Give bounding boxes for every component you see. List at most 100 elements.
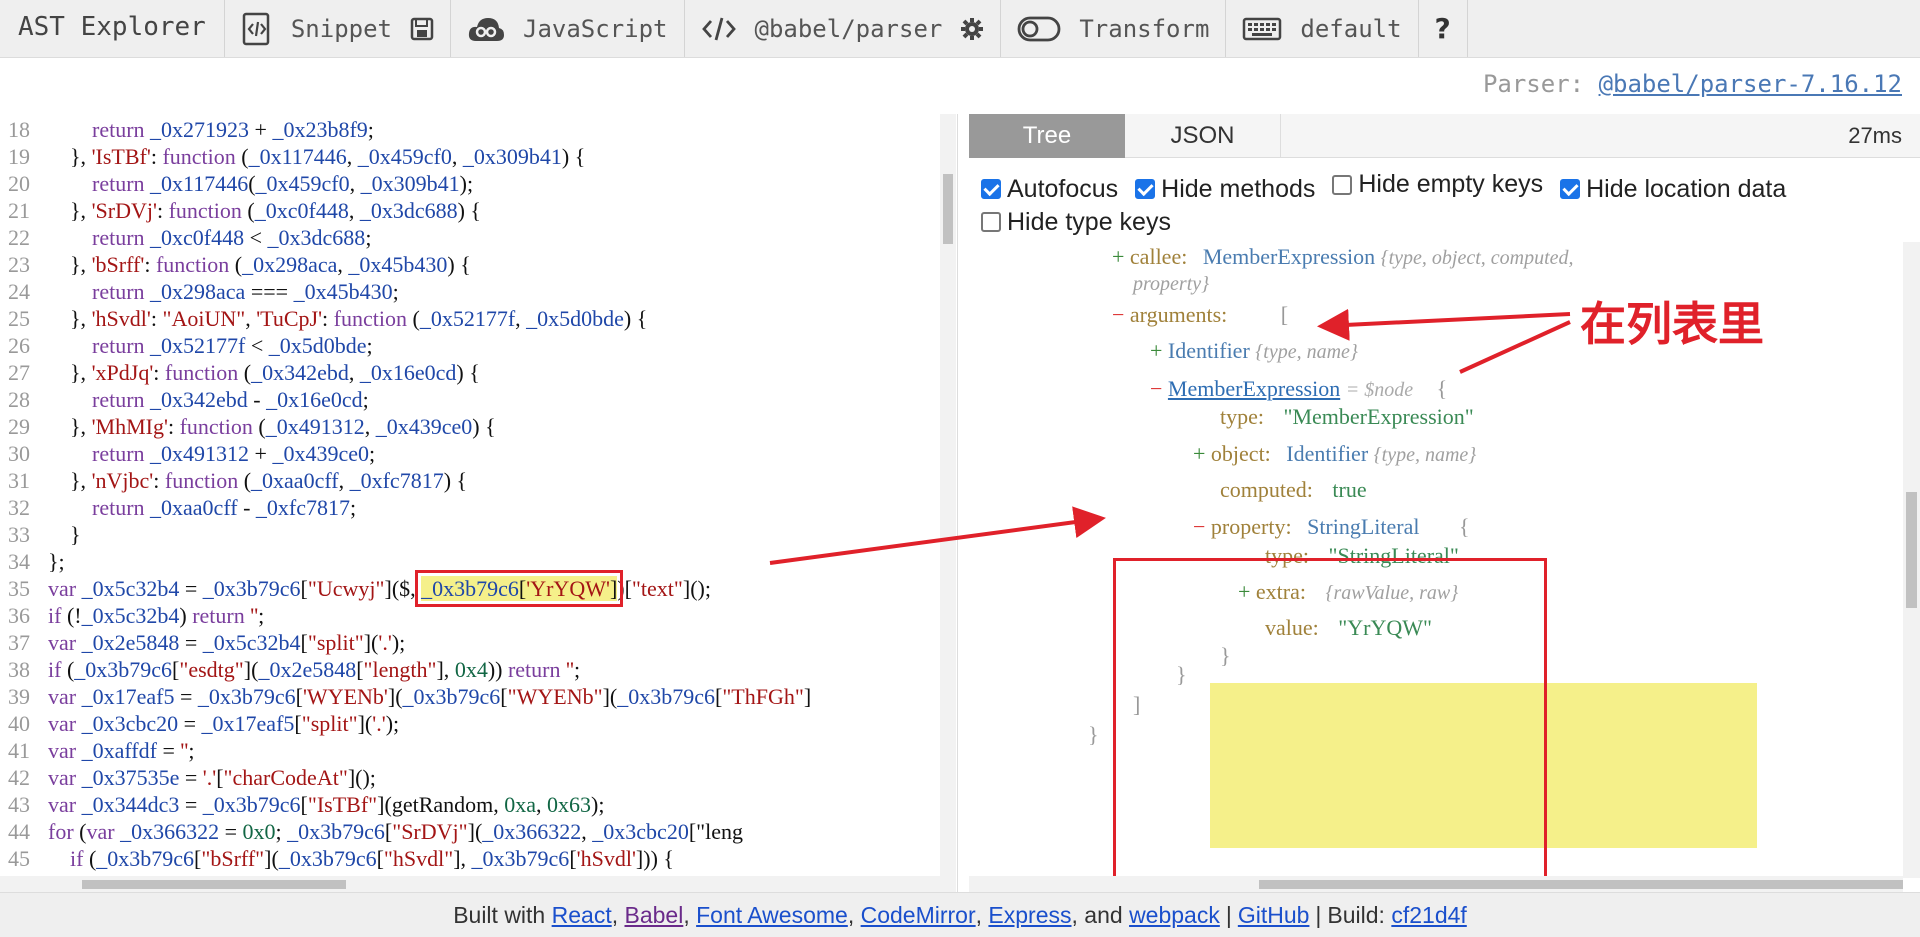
transform-toggle[interactable]: Transform (1001, 0, 1225, 57)
code-line[interactable]: 26 return _0x52177f < _0x5d0bde; (0, 332, 940, 359)
tab-tree[interactable]: Tree (969, 114, 1125, 158)
scrollbar-thumb[interactable] (82, 880, 346, 889)
keyboard-icon (1242, 15, 1282, 43)
code-line[interactable]: 40 var _0x3cbc20 = _0x17eaf5["split"]('.'… (0, 710, 940, 737)
link-express[interactable]: Express (988, 902, 1071, 929)
scrollbar-thumb[interactable] (1259, 880, 1903, 889)
code-line[interactable]: 27 }, 'xPdJq': function (_0x342ebd, _0x1… (0, 359, 940, 386)
tree-node-member-expression[interactable]: − MemberExpression = $node { (1150, 376, 1447, 402)
line-number: 23 (8, 252, 30, 277)
collapse-toggle[interactable]: − (1112, 302, 1124, 327)
tree-node-identifier[interactable]: + Identifier {type, name} (1150, 338, 1358, 364)
line-number: 34 (8, 549, 30, 574)
editor-vertical-scrollbar[interactable] (940, 114, 956, 892)
gear-icon[interactable] (960, 17, 984, 41)
expand-toggle[interactable]: + (1193, 441, 1205, 466)
parser-button[interactable]: @babel/parser (685, 0, 1001, 57)
code-line[interactable]: 36 if (!_0x5c32b4) return ''; (0, 602, 940, 629)
line-code: if (_0x3b79c6["bSrff"](_0x3b79c6["hSvdl"… (70, 846, 674, 871)
tab-json[interactable]: JSON (1125, 114, 1281, 158)
line-number: 30 (8, 441, 30, 466)
cloud-icon (467, 15, 505, 43)
code-line[interactable]: 29 }, 'MhMIg': function (_0x491312, _0x4… (0, 413, 940, 440)
code-line[interactable]: 42 var _0x37535e = '.'["charCodeAt"](); (0, 764, 940, 791)
code-line[interactable]: 44 for (var _0x366322 = 0x0; _0x3b79c6["S… (0, 818, 940, 845)
parser-info: Parser: @babel/parser-7.16.12 (1483, 70, 1902, 98)
code-line[interactable]: 20 return _0x117446(_0x459cf0, _0x309b41… (0, 170, 940, 197)
code-line[interactable]: 32 return _0xaa0cff - _0xfc7817; (0, 494, 940, 521)
option-label: Hide location data (1586, 174, 1787, 203)
line-number: 40 (8, 711, 30, 736)
hide-type-keys-checkbox[interactable] (981, 212, 1001, 232)
code-line[interactable]: 18 return _0x271923 + _0x23b8f9; (0, 116, 940, 143)
footer-text: Build: (1327, 901, 1385, 928)
code-line[interactable]: 28 return _0x342ebd - _0x16e0cd; (0, 386, 940, 413)
line-number: 39 (8, 684, 30, 709)
autofocus-checkbox[interactable] (981, 179, 1001, 199)
expand-toggle[interactable]: + (1112, 244, 1124, 269)
code-line[interactable]: 24 return _0x298aca === _0x45b430; (0, 278, 940, 305)
code-line[interactable]: 45 if (_0x3b79c6["bSrff"](_0x3b79c6["hSv… (0, 845, 940, 872)
code-line[interactable]: 37 var _0x2e5848 = _0x5c32b4["split"]('.'… (0, 629, 940, 656)
option-label: Hide methods (1161, 174, 1316, 203)
link-font-awesome[interactable]: Font Awesome (696, 902, 848, 929)
collapse-toggle[interactable]: − (1193, 514, 1205, 539)
question-icon: ? (1434, 12, 1451, 45)
code-line[interactable]: 25 }, 'hSvdl': "AoiUN", 'TuCpJ': functio… (0, 305, 940, 332)
code-line[interactable]: 43 var _0x344dc3 = _0x3b79c6["IsTBf"](get… (0, 791, 940, 818)
code-line[interactable]: 21 }, 'SrDVj': function (_0xc0f448, _0x3… (0, 197, 940, 224)
code-line[interactable]: 34}; (0, 548, 940, 575)
collapse-toggle[interactable]: − (1150, 376, 1162, 401)
hide-methods-checkbox[interactable] (1135, 179, 1156, 199)
code-line[interactable]: 33 } (0, 521, 940, 548)
code-line[interactable]: 31 }, 'nVjbc': function (_0xaa0cff, _0xf… (0, 467, 940, 494)
footer-text: and (1084, 901, 1123, 928)
tree-vertical-scrollbar[interactable] (1903, 242, 1920, 878)
link-babel[interactable]: Babel (625, 902, 684, 929)
tree-node-callee[interactable]: + callee: MemberExpression {type, object… (1112, 244, 1574, 270)
option-autofocus[interactable]: Autofocus (981, 173, 1118, 206)
tree-node-arguments[interactable]: − arguments: [ (1112, 302, 1288, 328)
node-key: computed: (1220, 477, 1313, 502)
option-hide-empty-keys[interactable]: Hide empty keys (1332, 168, 1543, 201)
option-hide-methods[interactable]: Hide methods (1135, 173, 1315, 206)
code-line[interactable]: 30 return _0x491312 + _0x439ce0; (0, 440, 940, 467)
line-code: if (_0x3b79c6["esdtg"](_0x2e5848["length… (48, 657, 581, 682)
line-code: return _0x271923 + _0x23b8f9; (92, 117, 374, 142)
expand-toggle[interactable]: + (1150, 338, 1162, 363)
code-file-icon (241, 12, 273, 46)
option-hide-type-keys[interactable]: Hide type keys (981, 206, 1171, 239)
link-webpack[interactable]: webpack (1129, 902, 1220, 929)
snippet-label: Snippet (290, 14, 392, 43)
parser-version-link[interactable]: @babel/parser-7.16.12 (1599, 70, 1902, 98)
code-line[interactable]: 23 }, 'bSrff': function (_0x298aca, _0x4… (0, 251, 940, 278)
hide-location-data-checkbox[interactable] (1560, 179, 1581, 199)
node-type[interactable]: MemberExpression (1168, 376, 1340, 401)
line-number: 18 (8, 117, 30, 142)
code-line[interactable]: 19 }, 'IsTBf': function (_0x117446, _0x4… (0, 143, 940, 170)
code-line[interactable]: 35 var _0x5c32b4 = _0x3b79c6["Ucwyj"]($, … (0, 570, 940, 607)
snippet-menu-button[interactable]: Snippet (225, 0, 450, 57)
help-button[interactable]: ? (1419, 0, 1467, 57)
keymap-button[interactable]: default (1226, 0, 1417, 57)
code-line[interactable]: 39 var _0x17eaf5 = _0x3b79c6['WYENb'](_0x… (0, 683, 940, 710)
option-hide-location-data[interactable]: Hide location data (1560, 173, 1786, 206)
code-line[interactable]: 41 var _0xaffdf = ''; (0, 737, 940, 764)
link-build-hash[interactable]: cf21d4f (1391, 902, 1466, 929)
code-line[interactable]: 22 return _0xc0f448 < _0x3dc688; (0, 224, 940, 251)
link-github[interactable]: GitHub (1238, 902, 1310, 929)
code-editor[interactable]: 18 return _0x271923 + _0x23b8f9; 19 }, 'I… (0, 114, 958, 892)
hide-empty-keys-checkbox[interactable] (1332, 174, 1353, 195)
tree-horizontal-scrollbar[interactable] (969, 876, 1903, 892)
code-line[interactable]: 38 if (_0x3b79c6["esdtg"](_0x2e5848["leng… (0, 656, 940, 683)
tree-node-object[interactable]: + object: Identifier {type, name} (1193, 441, 1476, 467)
scrollbar-thumb[interactable] (943, 174, 953, 244)
link-codemirror[interactable]: CodeMirror (861, 902, 976, 929)
link-react[interactable]: React (552, 902, 612, 929)
save-icon[interactable] (410, 17, 434, 41)
editor-horizontal-scrollbar[interactable] (0, 876, 940, 892)
scrollbar-thumb[interactable] (1906, 492, 1917, 608)
transform-label: Transform (1079, 14, 1210, 43)
tree-node-property[interactable]: − property: StringLiteral { (1193, 514, 1470, 540)
language-button[interactable]: JavaScript (451, 0, 684, 57)
